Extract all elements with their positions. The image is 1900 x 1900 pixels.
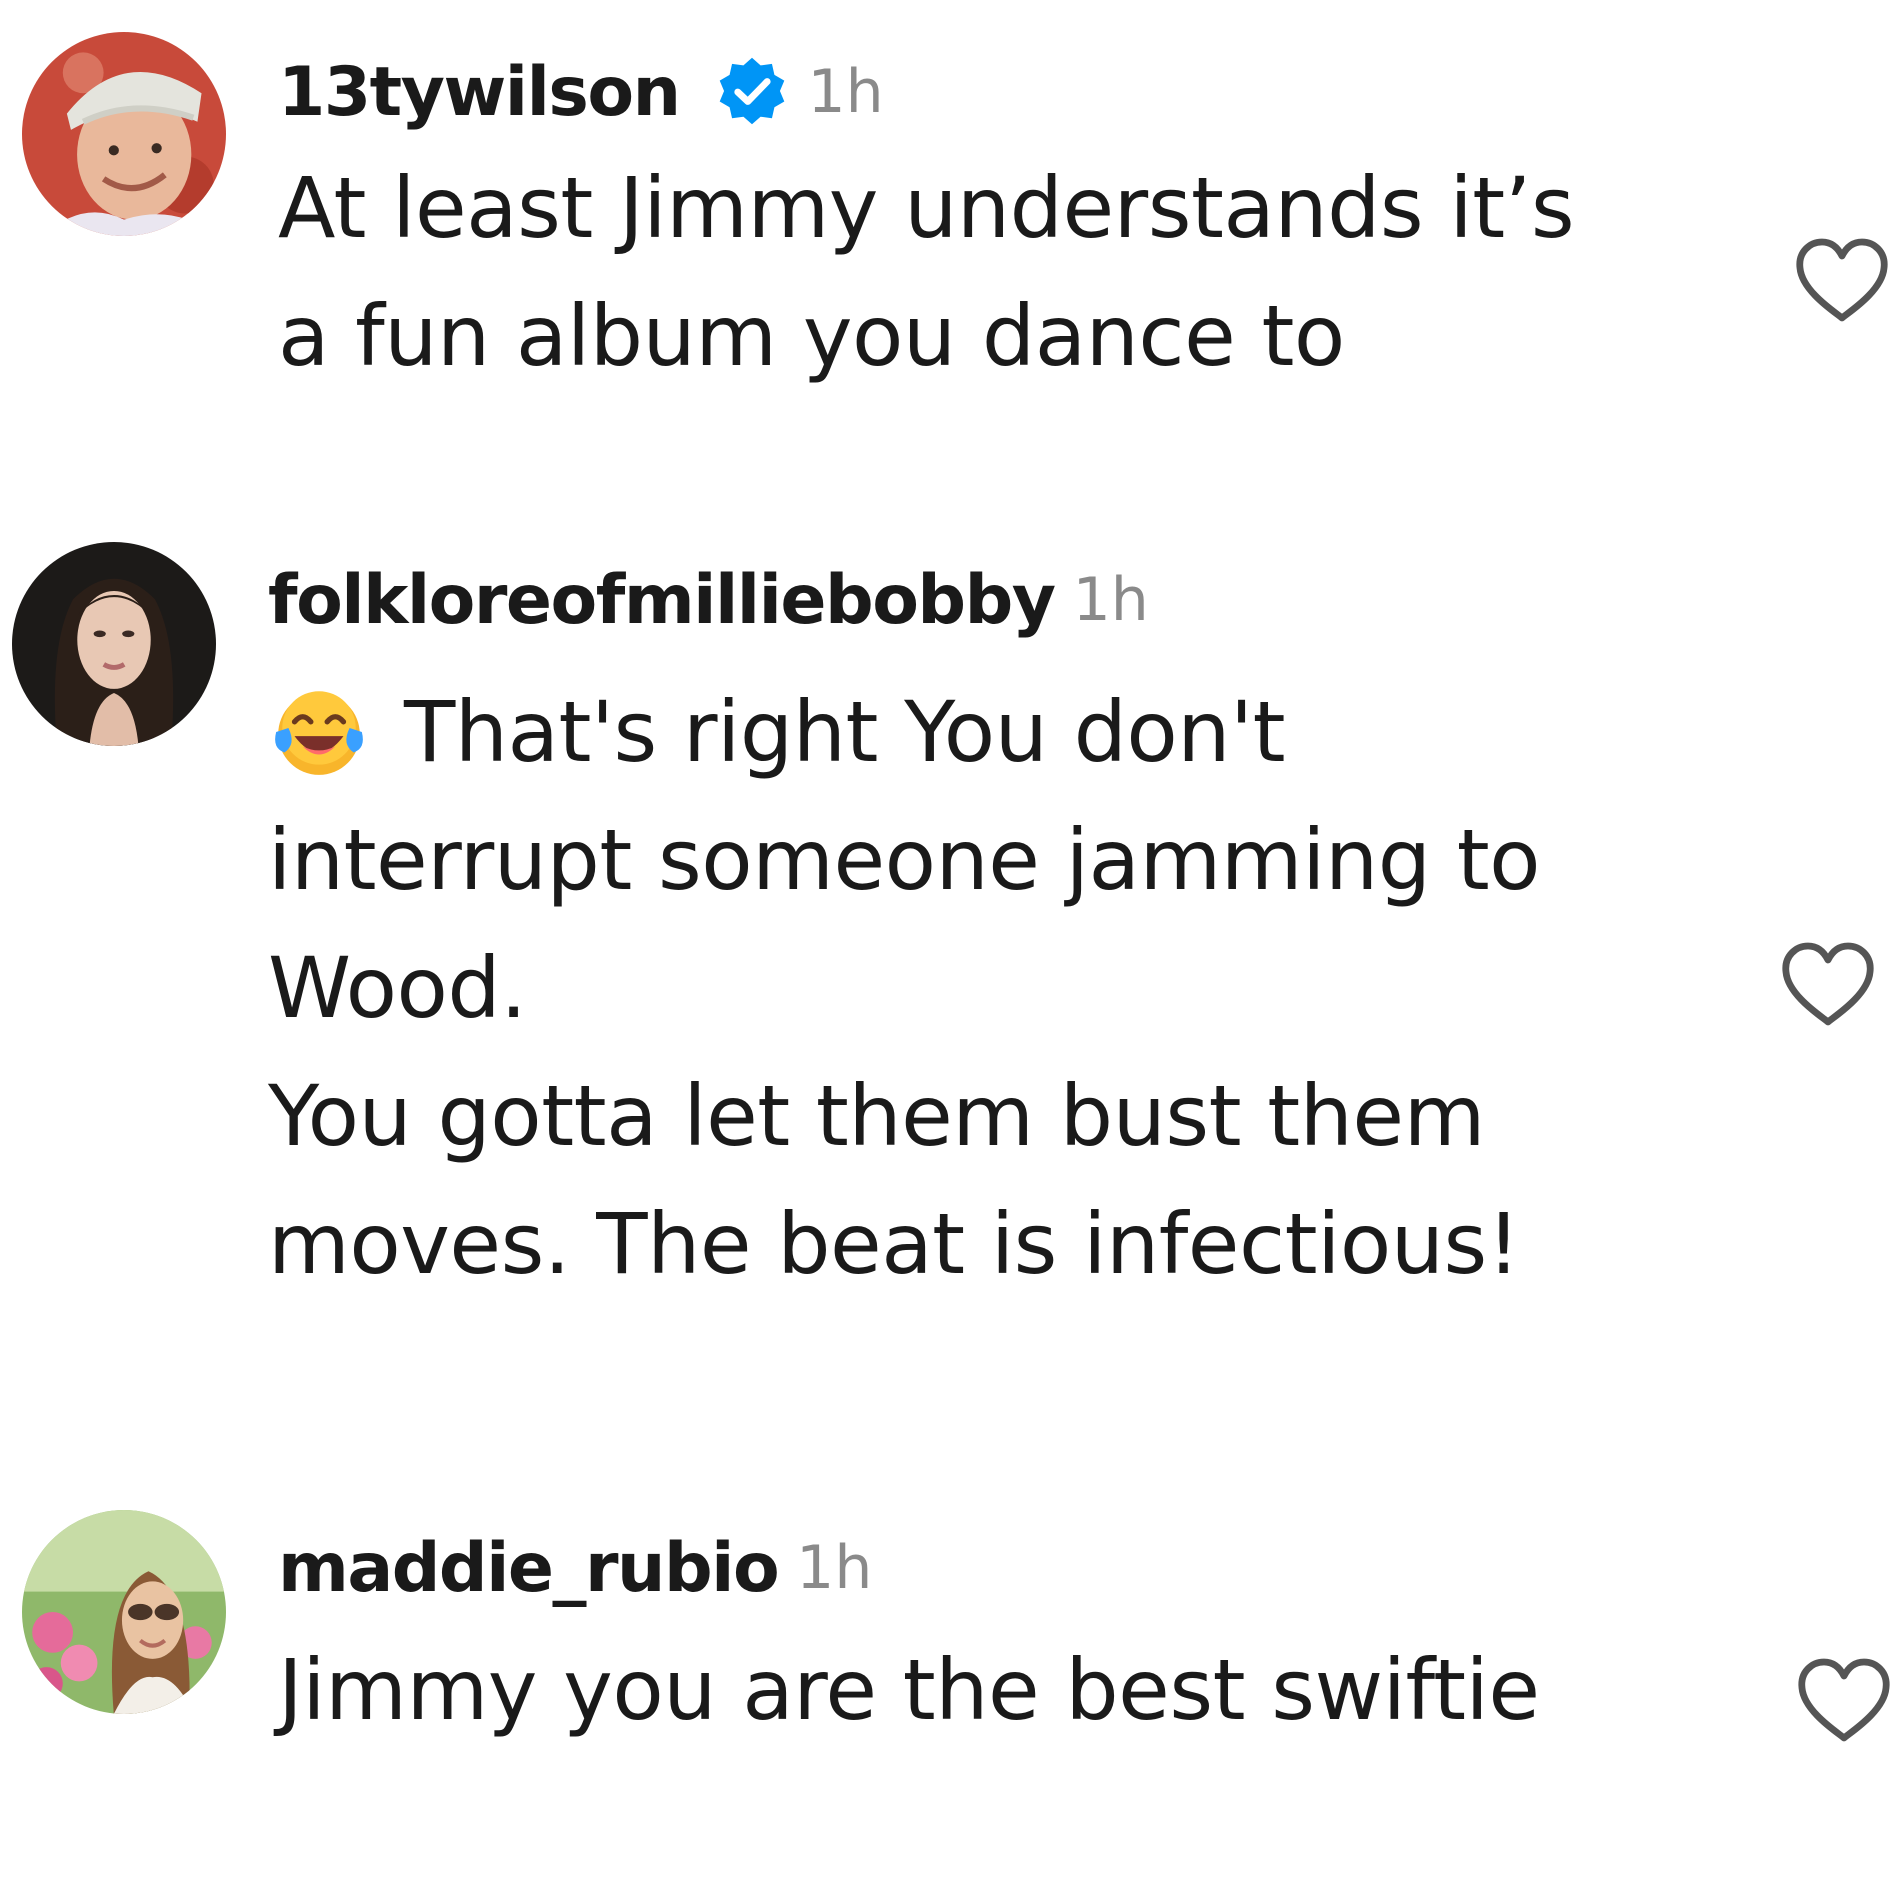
- comment-text-segment: That's right You don't: [404, 683, 1286, 781]
- comment-text-line: interrupt someone jamming to: [268, 811, 1541, 909]
- comment-text: Jimmy you are the best swiftie: [278, 1626, 1540, 1754]
- comment-header: 13tywilson 1h: [278, 52, 1574, 132]
- comment-text-line: You gotta let them bust them: [268, 1067, 1485, 1165]
- comment-timestamp[interactable]: 1h: [1073, 565, 1149, 635]
- comment-item: maddie_rubio 1h Jimmy you are the best s…: [0, 1490, 1900, 1870]
- username-link[interactable]: 13tywilson: [278, 53, 681, 132]
- comment-text: At least Jimmy understands it’s a fun al…: [278, 144, 1575, 400]
- comment-item: 13tywilson 1h At least Jimmy understands…: [0, 0, 1900, 460]
- user-avatar[interactable]: [12, 542, 216, 746]
- user-avatar[interactable]: [22, 32, 226, 236]
- comment-item: folkloreofmilliebobby 1h That's right Yo…: [0, 520, 1900, 1320]
- username-link[interactable]: folkloreofmilliebobby: [268, 561, 1056, 640]
- like-heart-icon[interactable]: [1778, 940, 1878, 1030]
- comment-content: folkloreofmilliebobby 1h That's right Yo…: [268, 560, 1541, 1308]
- face-with-tears-of-joy-icon: [268, 679, 370, 781]
- avatar-image: [22, 32, 226, 236]
- comment-header: maddie_rubio 1h: [278, 1528, 1540, 1608]
- like-heart-icon[interactable]: [1794, 1656, 1894, 1746]
- user-avatar[interactable]: [22, 1510, 226, 1714]
- comment-text-line: moves. The beat is infectious!: [268, 1195, 1520, 1293]
- avatar-image: [12, 542, 216, 746]
- comment-timestamp[interactable]: 1h: [796, 1533, 872, 1603]
- comment-text-line: a fun album you dance to: [278, 287, 1345, 385]
- comment-text-line: That's right You don't: [268, 668, 1540, 796]
- comment-content: maddie_rubio 1h Jimmy you are the best s…: [278, 1528, 1540, 1754]
- avatar-image: [22, 1510, 226, 1714]
- comment-text-line: At least Jimmy understands it’s: [278, 159, 1575, 257]
- like-heart-icon[interactable]: [1792, 236, 1892, 326]
- comment-timestamp[interactable]: 1h: [808, 57, 884, 127]
- username-link[interactable]: maddie_rubio: [278, 1529, 780, 1608]
- verified-badge-icon: [714, 54, 790, 130]
- comment-text-line: Wood.: [268, 939, 527, 1037]
- comment-content: 13tywilson 1h At least Jimmy understands…: [278, 52, 1575, 400]
- comment-text-line: Jimmy you are the best swiftie: [278, 1641, 1540, 1739]
- comment-header: folkloreofmilliebobby 1h: [268, 560, 1540, 640]
- comment-text: That's right You don't interrupt someone…: [268, 668, 1541, 1308]
